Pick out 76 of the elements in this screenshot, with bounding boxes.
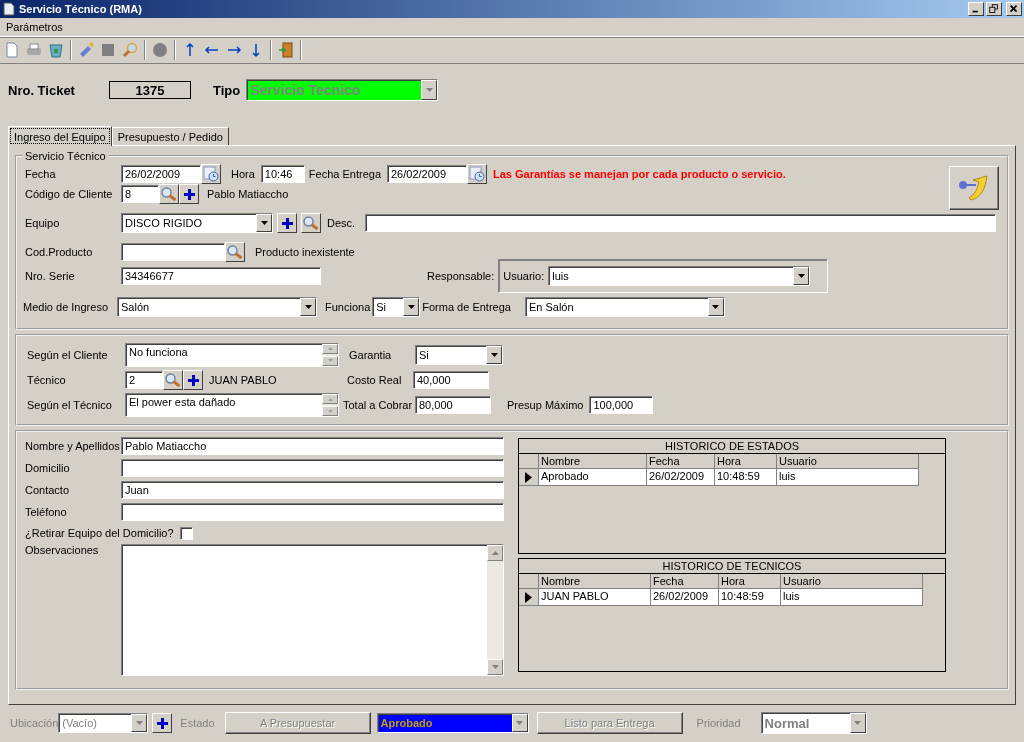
column-header[interactable]: Usuario [777, 454, 919, 469]
text-field[interactable]: Pablo Matiaccho [121, 437, 504, 455]
window-title: Servicio Técnico (RMA) [19, 3, 143, 15]
dropdown-field[interactable]: Si [415, 344, 503, 365]
text-field[interactable]: 40,000 [413, 371, 489, 389]
text-field[interactable]: 34346677 [121, 267, 321, 285]
field-label: Desc. [327, 217, 356, 229]
text-field[interactable]: 100,000 [589, 396, 654, 415]
warning-text: Las Garantías se manejan por cada producto o servicio. [493, 168, 786, 180]
text-field[interactable]: 80,000 [415, 396, 491, 415]
type-label: Tipo [212, 82, 241, 98]
table-cell: 10:48:59 [715, 469, 777, 486]
field-label: Técnico [27, 374, 67, 386]
table-cell: 26/02/2009 [647, 469, 715, 486]
column-header[interactable]: Usuario [781, 574, 923, 589]
dropdown-field[interactable]: DISCO RIGIDO [121, 213, 273, 233]
field-label: JUAN PABLO [209, 374, 278, 386]
date-field[interactable]: 26/02/2009 [387, 165, 467, 183]
tab[interactable]: Presupuesto / Pedido [111, 127, 229, 145]
column-header[interactable]: Fecha [647, 454, 715, 469]
group-title: Servicio Técnico [24, 150, 107, 162]
table-cell: Aprobado [539, 469, 647, 486]
column-header[interactable]: Hora [715, 454, 777, 469]
field-label: Según el Cliente [27, 348, 109, 361]
column-header[interactable]: Nombre [539, 454, 647, 469]
column-header[interactable]: Hora [719, 574, 781, 589]
field-label: Nombre y Apellidos [25, 440, 121, 452]
menu-item[interactable]: Parámetros [4, 21, 65, 33]
field-label: Garantia [349, 348, 393, 361]
field-label: Medio de Ingreso [23, 301, 109, 313]
field-label: Teléfono [25, 506, 68, 518]
field-label: Usuario: [503, 270, 545, 282]
column-header[interactable]: Fecha [651, 574, 719, 589]
table-cell: luis [781, 589, 923, 606]
text-field[interactable]: Juan [121, 481, 504, 499]
field-label: Costo Real [347, 374, 403, 386]
field-label: Cod.Producto [25, 246, 94, 258]
column-header[interactable]: Nombre [539, 574, 651, 589]
field-label: Contacto [25, 484, 71, 496]
field-label: Pablo Matiaccho [207, 188, 289, 200]
text-field[interactable]: 8 [121, 185, 159, 203]
table-cell: JUAN PABLO [539, 589, 651, 606]
time-field[interactable]: 10:46 [260, 165, 305, 183]
memo-field[interactable]: No funciona [125, 342, 339, 367]
field-label: Producto inexistente [255, 246, 355, 258]
table-cell: 26/02/2009 [651, 589, 719, 606]
field-label: Código de Cliente [25, 188, 114, 200]
field-label: ¿Retirar Equipo del Domicilio? [25, 527, 174, 539]
field-label: Fecha Entrega [308, 168, 381, 180]
field-label: Forma de Entrega [422, 301, 511, 313]
field-label: Hora [231, 168, 255, 180]
dropdown-field[interactable]: Si [372, 297, 421, 317]
table-cell: luis [777, 469, 919, 486]
field-label: Presup Máximo [507, 399, 584, 412]
dropdown-field[interactable]: En Salón [524, 297, 725, 317]
field-label: Prioridad [696, 717, 741, 729]
field-label: Responsable: [427, 270, 495, 282]
field-label: Equipo [25, 217, 61, 229]
field-label: Domicilio [25, 462, 71, 474]
field-label: Total a Cobrar [343, 399, 414, 412]
tab[interactable]: Ingreso del Equipo [8, 126, 112, 146]
field-label: Fecha [25, 168, 57, 180]
field-label: Funciona [325, 301, 371, 313]
field-label: Ubicación [10, 717, 59, 729]
memo-field[interactable]: El power esta dañado [125, 393, 339, 418]
field-label: Según el Técnico [27, 399, 113, 412]
ticket-number: 1375 [108, 81, 191, 99]
field-label: Observaciones [25, 544, 100, 556]
date-field[interactable]: 26/02/2009 [121, 165, 201, 183]
field-label: Nro. Serie [25, 270, 76, 282]
text-field[interactable]: 2 [125, 371, 163, 389]
field-label: Estado [180, 717, 215, 729]
table-cell: 10:48:59 [719, 589, 781, 606]
dropdown-field[interactable]: luis [548, 266, 811, 286]
dropdown-field[interactable]: Salón [117, 297, 317, 317]
ticket-label: Nro. Ticket [8, 82, 75, 98]
